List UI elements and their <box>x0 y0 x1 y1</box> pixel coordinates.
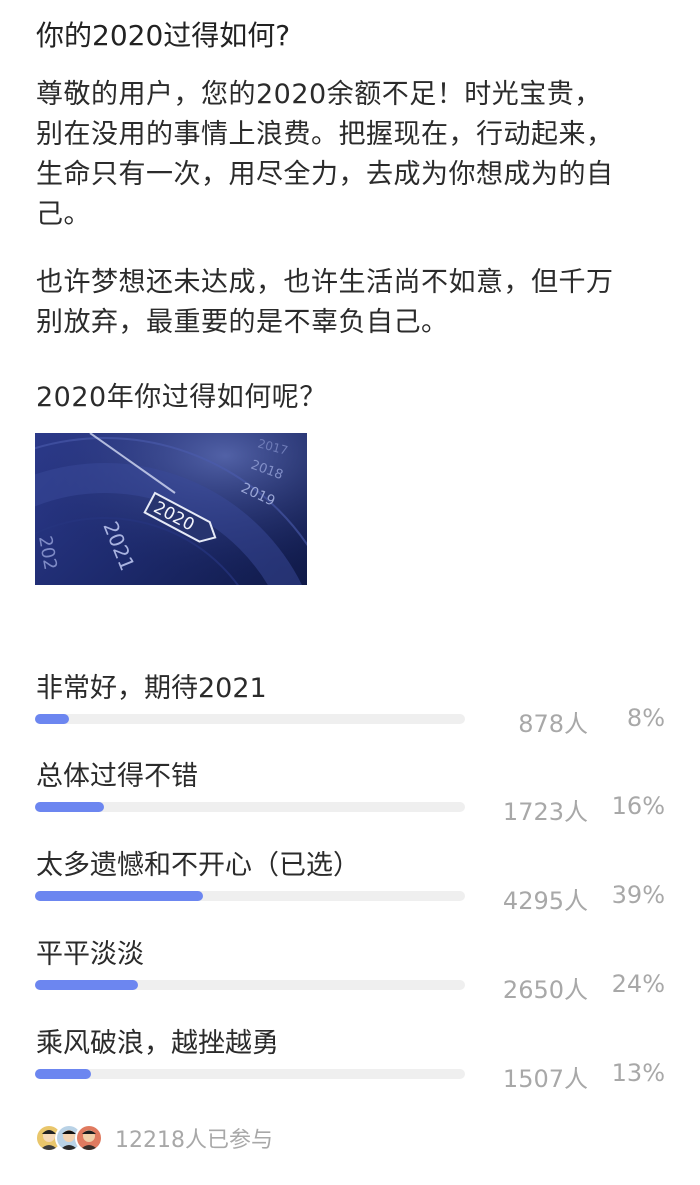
poll-option[interactable]: 平平淡淡 2650人 24% <box>0 932 700 1022</box>
poll-percent: 24% <box>611 970 665 998</box>
poll-option[interactable]: 乘风破浪，越挫越勇 1507人 13% <box>0 1021 700 1111</box>
poll-percent: 8% <box>626 704 665 732</box>
poll-bar-track <box>35 802 465 812</box>
paragraph-line: 也许梦想还未达成，也许生活尚不如意，但千万 <box>36 267 614 298</box>
poll-option-label: 太多遗憾和不开心（已选） <box>36 850 360 881</box>
poll-option-selected[interactable]: 太多遗憾和不开心（已选） 4295人 39% <box>0 843 700 933</box>
paragraph-line: 别在没用的事情上浪费。把握现在，行动起来， <box>36 119 614 150</box>
poll-option-label: 非常好，期待2021 <box>36 673 267 704</box>
poll-option-label: 总体过得不错 <box>36 761 198 792</box>
poll-question: 2020年你过得如何呢？ <box>36 382 327 413</box>
poll-option-label: 平平淡淡 <box>36 939 144 970</box>
paragraph-line: 生命只有一次，用尽全力，去成为你想成为的自 <box>36 159 614 190</box>
poll-bar-fill <box>35 1069 91 1079</box>
poll-percent: 16% <box>611 792 665 820</box>
paragraph-line: 别放弃，最重要的是不辜负自己。 <box>36 307 449 338</box>
intro-paragraph: 尊敬的用户，您的2020余额不足！时光宝贵， 别在没用的事情上浪费。把握现在，行… <box>36 75 666 235</box>
poll-percent: 13% <box>611 1059 665 1087</box>
poll-bar-track <box>35 891 465 901</box>
poll-vote-count: 1507人 <box>502 1065 588 1093</box>
participants-count: 12218人已参与 <box>115 1128 273 1153</box>
poll-bar-track <box>35 714 465 724</box>
poll-bar-fill <box>35 891 203 901</box>
dial-illustration: 2020 2019 2018 2017 2021 202 <box>35 433 307 585</box>
paragraph-line: 尊敬的用户，您的2020余额不足！时光宝贵， <box>36 79 602 110</box>
poll-percent: 39% <box>611 881 665 909</box>
paragraph-line: 己。 <box>36 199 91 230</box>
post-title: 你的2020过得如何? <box>36 19 291 52</box>
avatar <box>75 1124 103 1152</box>
poll-bar-fill <box>35 714 70 724</box>
poll-vote-count: 4295人 <box>502 887 588 915</box>
poll-bar-fill <box>35 980 139 990</box>
poll-vote-count: 2650人 <box>502 976 588 1004</box>
poll-option[interactable]: 非常好，期待2021 878人 8% <box>0 666 700 756</box>
poll-bar-fill <box>35 802 104 812</box>
poll-bar-track <box>35 980 465 990</box>
poll-option-label: 乘风破浪，越挫越勇 <box>36 1028 279 1059</box>
banner-image[interactable]: 2020 2019 2018 2017 2021 202 <box>35 433 307 585</box>
poll-vote-count: 1723人 <box>502 798 588 826</box>
participants-row[interactable]: 12218人已参与 <box>35 1123 273 1153</box>
poll-bar-track <box>35 1069 465 1079</box>
poll-vote-count: 878人 <box>518 710 588 738</box>
encouragement-paragraph: 也许梦想还未达成，也许生活尚不如意，但千万 别放弃，最重要的是不辜负自己。 <box>36 263 666 343</box>
poll-option[interactable]: 总体过得不错 1723人 16% <box>0 754 700 844</box>
